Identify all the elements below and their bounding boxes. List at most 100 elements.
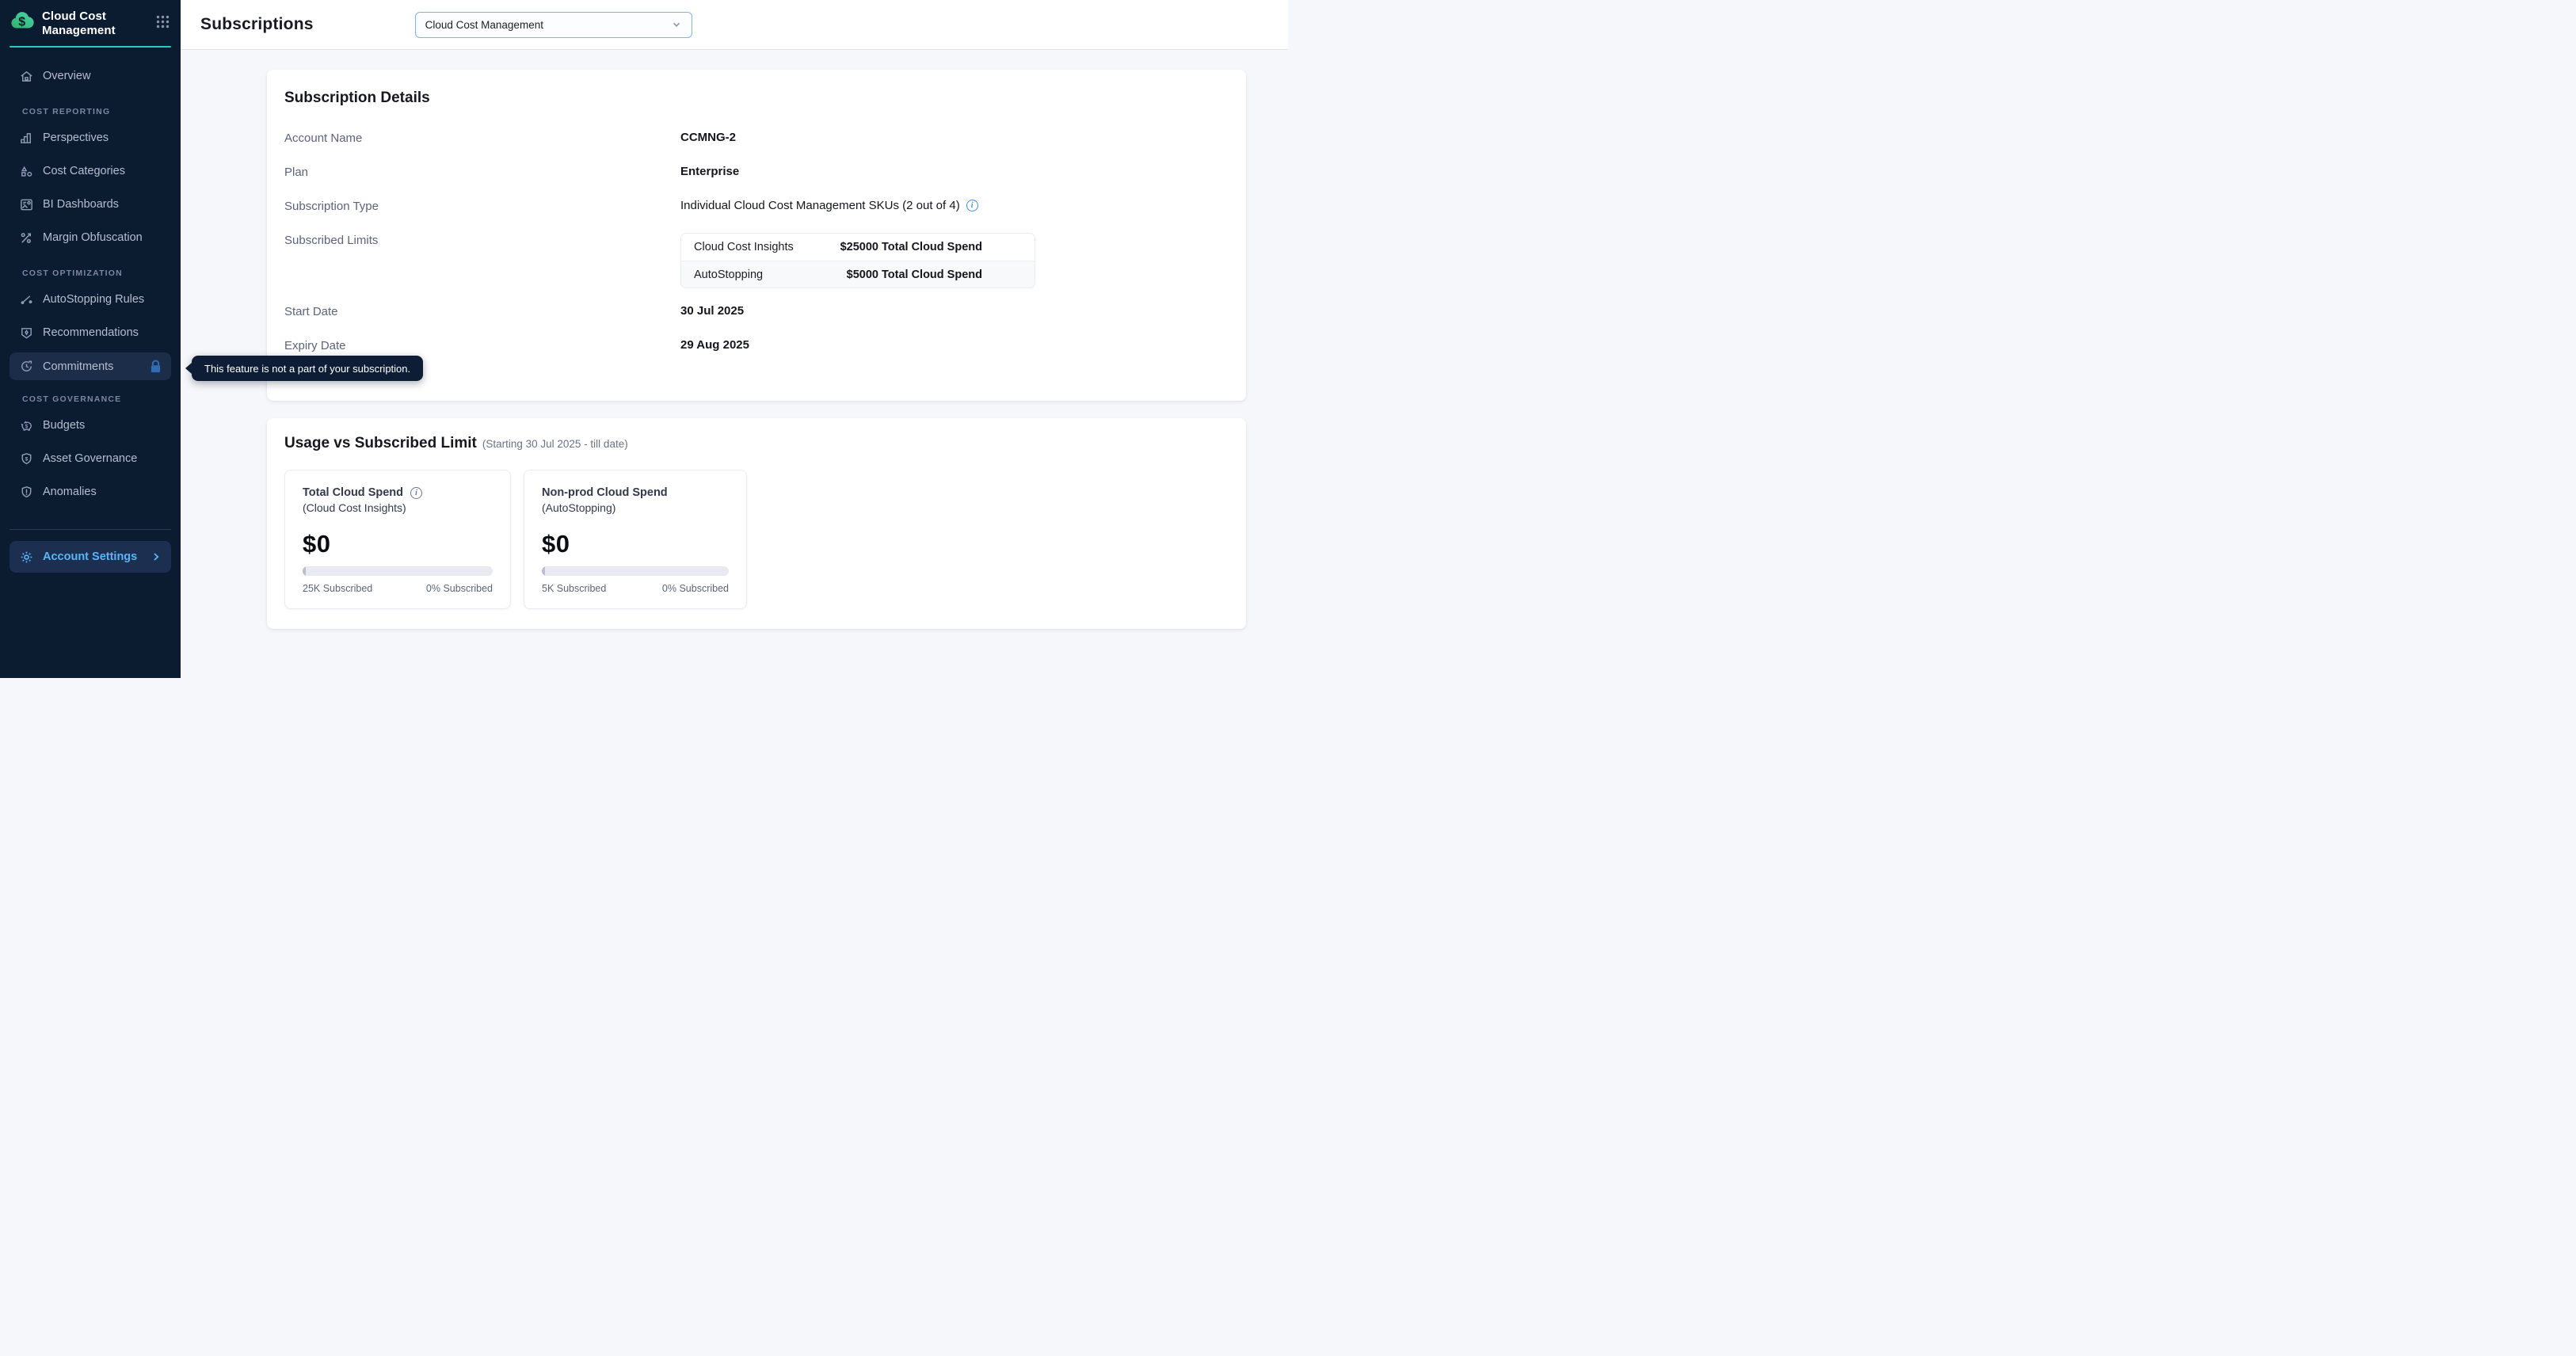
sidebar-item-budgets[interactable]: $ Budgets	[0, 409, 181, 442]
section-heading-cost-reporting: COST REPORTING	[22, 107, 181, 116]
usage-title: Usage vs Subscribed Limit(Starting 30 Ju…	[284, 435, 1229, 452]
usage-card-title: Total Cloud Spend i	[303, 486, 493, 499]
info-icon[interactable]: i	[410, 487, 422, 499]
sidebar-item-commitments[interactable]: Commitments	[10, 352, 171, 380]
sidebar-item-bi-dashboards[interactable]: BI Dashboards	[0, 188, 181, 221]
usage-amount: $0	[303, 530, 493, 558]
subscribed-percent-label: 0% Subscribed	[426, 583, 493, 594]
sku-name: Cloud Cost Insights	[694, 241, 794, 253]
usage-progress-fill	[303, 566, 306, 576]
lock-icon	[148, 359, 163, 374]
subscribed-limits-label: Subscribed Limits	[284, 233, 680, 247]
usage-card-total-cloud-spend: Total Cloud Spend i (Cloud Cost Insights…	[284, 470, 511, 609]
piggy-bank-icon: $	[19, 418, 34, 433]
app-grid-icon[interactable]	[156, 15, 170, 29]
subscribed-amount-label: 5K Subscribed	[542, 583, 606, 594]
image-chart-icon	[19, 197, 34, 212]
table-row: Cloud Cost Insights $25000 Total Cloud S…	[681, 234, 1035, 261]
gear-icon	[19, 550, 34, 565]
expiry-date-value: 29 Aug 2025	[680, 338, 749, 352]
subscription-details-title: Subscription Details	[284, 90, 1227, 107]
start-date-value: 30 Jul 2025	[680, 304, 744, 318]
sidebar-item-asset-governance[interactable]: $ Asset Governance	[0, 442, 181, 475]
subscription-details-card: Subscription Details Account Name CCMNG-…	[267, 70, 1246, 401]
start-date-row: Start Date 30 Jul 2025	[284, 304, 1227, 322]
account-settings-label: Account Settings	[43, 550, 137, 563]
sidebar-item-overview[interactable]: Overview	[0, 59, 181, 93]
usage-card-title: Non-prod Cloud Spend	[542, 486, 729, 499]
svg-text:$: $	[25, 456, 29, 462]
usage-card-subtitle: (Cloud Cost Insights)	[303, 501, 493, 514]
sidebar-item-label: Anomalies	[43, 486, 97, 498]
usage-meta: 25K Subscribed 0% Subscribed	[303, 583, 493, 594]
subscription-type-row: Subscription Type Individual Cloud Cost …	[284, 199, 1227, 217]
section-heading-cost-governance: COST GOVERNANCE	[22, 394, 181, 404]
expiry-date-label: Expiry Date	[284, 338, 680, 352]
sku-limit: $5000 Total Cloud Spend	[847, 269, 1022, 281]
sidebar-item-cost-categories[interactable]: Cost Categories	[0, 154, 181, 188]
subscription-lock-tooltip: This feature is not a part of your subsc…	[192, 356, 423, 381]
subscribed-amount-label: 25K Subscribed	[303, 583, 372, 594]
svg-text:$: $	[25, 423, 29, 429]
module-select-value: Cloud Cost Management	[425, 19, 543, 31]
sidebar-item-label: Margin Obfuscation	[43, 231, 143, 244]
account-name-label: Account Name	[284, 131, 680, 145]
sidebar-nav: Overview COST REPORTING Perspectives Cos…	[0, 48, 181, 508]
usage-meta: 5K Subscribed 0% Subscribed	[542, 583, 729, 594]
module-select-dropdown[interactable]: Cloud Cost Management	[415, 12, 692, 38]
bar-chart-icon	[19, 131, 34, 146]
sidebar-divider	[10, 529, 171, 530]
usage-vs-limit-card: Usage vs Subscribed Limit(Starting 30 Ju…	[267, 418, 1246, 629]
subscribed-limits-table: Cloud Cost Insights $25000 Total Cloud S…	[680, 233, 1035, 288]
subscription-type-value: Individual Cloud Cost Management SKUs (2…	[680, 199, 978, 212]
usage-amount: $0	[542, 530, 729, 558]
shield-dollar-icon: $	[19, 451, 34, 467]
svg-text:$: $	[18, 16, 25, 29]
app-title: Cloud Cost Management	[42, 10, 128, 38]
shapes-icon	[19, 164, 34, 179]
brand-header: $ Cloud Cost Management	[0, 0, 181, 38]
sidebar-item-label: Perspectives	[43, 131, 109, 144]
subscribed-limits-row: Subscribed Limits Cloud Cost Insights $2…	[284, 233, 1227, 288]
badge-sparkle-icon	[19, 326, 34, 341]
page-header: Subscriptions Cloud Cost Management	[181, 0, 1288, 50]
sidebar-item-anomalies[interactable]: Anomalies	[0, 475, 181, 508]
sidebar-item-label: Commitments	[43, 360, 113, 373]
sidebar-item-label: Budgets	[43, 419, 85, 432]
chevron-down-icon	[671, 19, 682, 30]
clock-refresh-icon	[19, 359, 34, 374]
info-icon[interactable]: i	[966, 200, 978, 211]
page-title: Subscriptions	[200, 15, 314, 34]
usage-progress-bar	[303, 566, 493, 576]
sidebar-item-label: BI Dashboards	[43, 198, 119, 211]
subscription-type-label: Subscription Type	[284, 199, 680, 213]
sidebar-item-margin-obfuscation[interactable]: Margin Obfuscation	[0, 221, 181, 254]
plan-row: Plan Enterprise	[284, 165, 1227, 183]
sidebar-item-label: Overview	[43, 70, 90, 82]
autostopping-icon	[19, 292, 34, 307]
expiry-date-row: Expiry Date 29 Aug 2025	[284, 338, 1227, 356]
sidebar-item-label: Cost Categories	[43, 165, 125, 177]
account-name-row: Account Name CCMNG-2	[284, 131, 1227, 149]
usage-card-nonprod-cloud-spend: Non-prod Cloud Spend (AutoStopping) $0 5…	[524, 470, 747, 609]
usage-progress-fill	[542, 566, 545, 576]
subscribed-percent-label: 0% Subscribed	[662, 583, 729, 594]
sidebar-item-recommendations[interactable]: Recommendations	[0, 316, 181, 349]
usage-cards: Total Cloud Spend i (Cloud Cost Insights…	[284, 470, 1229, 609]
plan-label: Plan	[284, 165, 680, 179]
chevron-right-icon	[151, 551, 162, 562]
main-area: Subscriptions Cloud Cost Management Subs…	[181, 0, 1288, 678]
sidebar-item-perspectives[interactable]: Perspectives	[0, 121, 181, 154]
percent-trend-icon	[19, 230, 34, 246]
shield-alert-icon	[19, 485, 34, 500]
home-icon	[19, 69, 34, 84]
sidebar-item-account-settings[interactable]: Account Settings	[10, 541, 171, 573]
plan-value: Enterprise	[680, 165, 739, 178]
table-row: AutoStopping $5000 Total Cloud Spend	[681, 261, 1035, 288]
sidebar-item-label: AutoStopping Rules	[43, 293, 144, 306]
sku-limit: $25000 Total Cloud Spend	[840, 241, 1022, 253]
cloud-dollar-logo-icon: $	[10, 10, 34, 30]
sidebar: $ Cloud Cost Management Overview COST RE…	[0, 0, 181, 678]
usage-subtitle: (Starting 30 Jul 2025 - till date)	[482, 438, 628, 450]
sidebar-item-autostopping-rules[interactable]: AutoStopping Rules	[0, 283, 181, 316]
